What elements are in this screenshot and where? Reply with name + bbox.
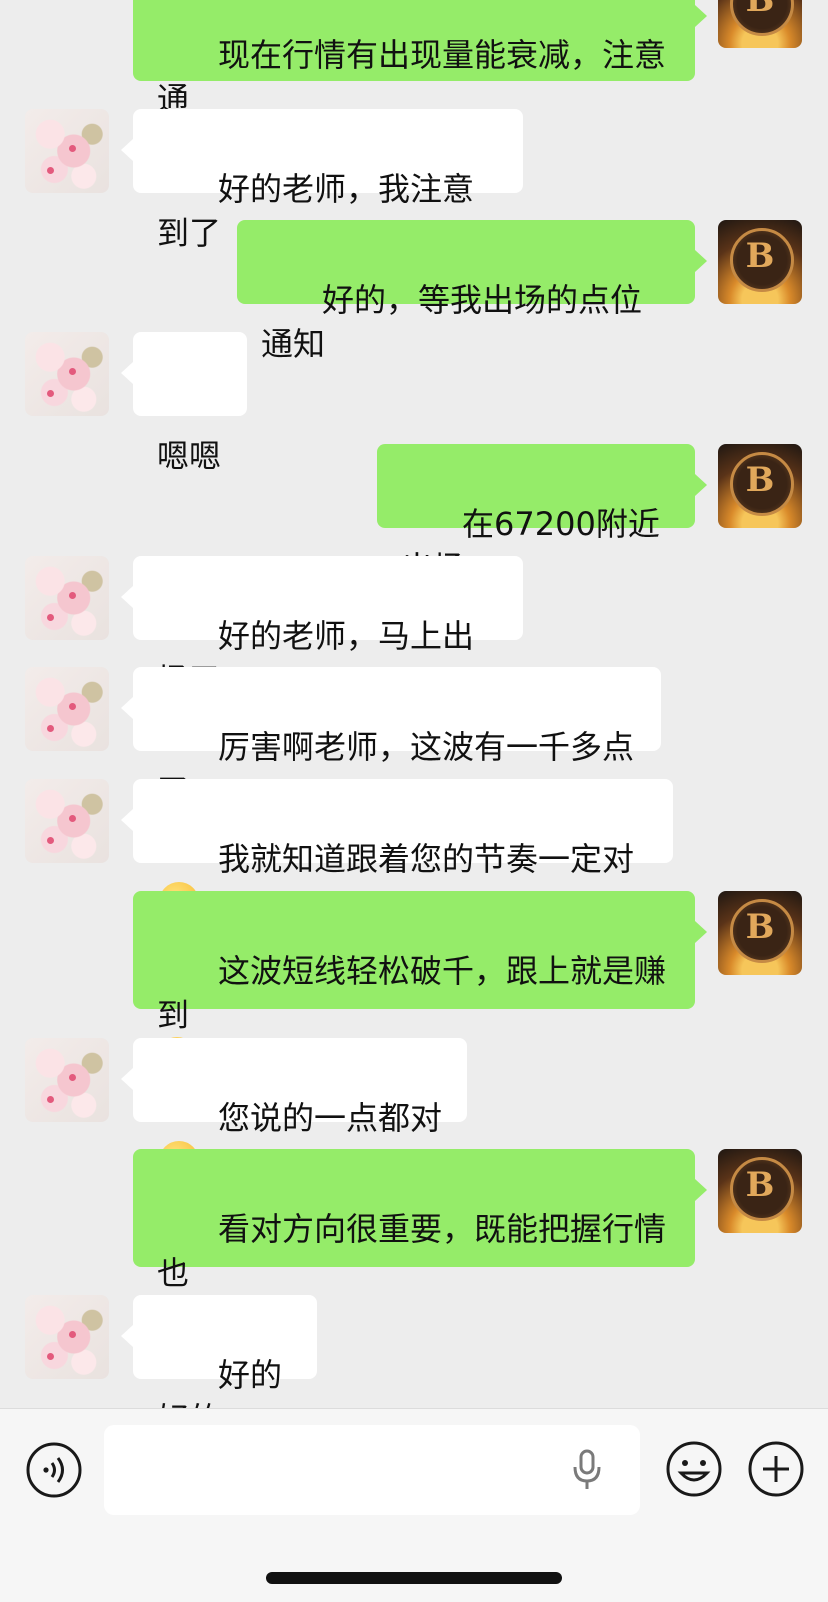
chat-message-list[interactable]: 现在行情有出现量能衰减，注意通 知 B 好的老师，我注意到了 好的，等我出场的点… [0,0,828,1408]
home-indicator[interactable] [266,1572,562,1584]
message-text: 好的，等我出场的点位通知 [261,281,643,363]
my-avatar[interactable]: B [718,0,802,48]
message-bubble[interactable]: 好的，等我出场的点位通知 [237,220,707,363]
contact-avatar[interactable] [25,332,109,416]
my-avatar[interactable]: B [718,891,802,975]
contact-avatar[interactable] [25,556,109,640]
my-avatar[interactable]: B [718,220,802,304]
message-bubble[interactable]: 我就知道跟着您的节奏一定对 [121,779,673,922]
voice-icon[interactable] [25,1441,83,1503]
message-bubble[interactable]: 好的老师，我注意到了 [121,109,523,252]
plus-icon[interactable] [746,1439,806,1503]
emoji-icon[interactable] [664,1439,724,1503]
contact-avatar[interactable] [25,667,109,751]
contact-avatar[interactable] [25,1038,109,1122]
message-bubble[interactable]: 看对方向很重要，既能把握行情也 能防止亏损 [133,1149,707,1336]
message-bubble[interactable]: 厉害啊老师，这波有一千多点了 [121,667,661,810]
my-avatar[interactable]: B [718,444,802,528]
message-bubble[interactable]: 好的老师，马上出场了 [121,556,523,699]
message-text: 嗯嗯 [157,437,222,475]
message-bubble[interactable]: 在67200附近出场 [377,444,707,587]
message-bubble[interactable]: 现在行情有出现量能衰减，注意通 知 [133,0,707,162]
message-text: 这波短线轻松破千，跟上就是赚到 [157,952,667,1034]
message-bubble[interactable]: 好的好的 [121,1295,317,1408]
message-bubble[interactable]: 您说的一点都对 [121,1038,467,1181]
message-text: 好的好的 [157,1356,283,1408]
message-text: 您说的一点都对 [218,1099,443,1137]
contact-avatar[interactable] [25,779,109,863]
message-bubble[interactable]: 这波短线轻松破千，跟上就是赚到 [133,891,707,1077]
message-bubble[interactable]: 嗯嗯 [121,332,247,475]
message-text: 我就知道跟着您的节奏一定对 [218,840,635,878]
message-input[interactable] [104,1425,640,1515]
contact-avatar[interactable] [25,109,109,193]
microphone-icon[interactable] [572,1449,602,1495]
my-avatar[interactable]: B [718,1149,802,1233]
contact-avatar[interactable] [25,1295,109,1379]
